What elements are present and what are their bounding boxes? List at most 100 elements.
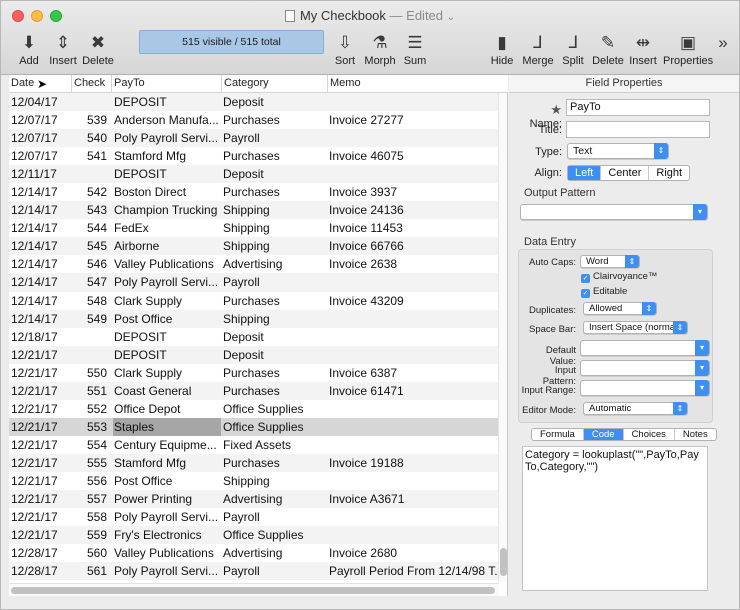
- cell-date[interactable]: 12/28/17: [11, 562, 73, 580]
- cell-category[interactable]: Advertising: [223, 544, 328, 562]
- cell-check[interactable]: 541: [74, 147, 107, 165]
- cell-date[interactable]: 12/21/17: [11, 472, 73, 490]
- cell-check[interactable]: 540: [74, 129, 107, 147]
- cell-check[interactable]: [74, 165, 107, 183]
- clairvoyance-checkbox[interactable]: ✓ Clairvoyance™: [581, 271, 657, 283]
- cell-payto[interactable]: Post Office: [114, 310, 221, 328]
- cell-memo[interactable]: [329, 508, 499, 526]
- cell-category[interactable]: Advertising: [223, 255, 328, 273]
- editor-mode-select[interactable]: Automatic ⇕: [583, 402, 688, 415]
- cell-date[interactable]: 12/04/17: [11, 93, 73, 111]
- morph-button[interactable]: ⚗ Morph: [363, 31, 397, 71]
- merge-button[interactable]: ⅃ Merge: [522, 31, 554, 71]
- toolbar-overflow-button[interactable]: »: [716, 31, 730, 71]
- cell-memo[interactable]: [329, 436, 499, 454]
- cell-memo[interactable]: [329, 400, 499, 418]
- cell-date[interactable]: 12/14/17: [11, 292, 73, 310]
- cell-payto[interactable]: Anderson Manufa...: [114, 111, 221, 129]
- cell-memo[interactable]: Invoice 6387: [329, 364, 499, 382]
- table-row[interactable]: 12/04/17 DEPOSIT Deposit: [9, 93, 499, 112]
- cell-check[interactable]: 559: [74, 526, 107, 544]
- cell-payto[interactable]: DEPOSIT: [114, 328, 221, 346]
- cell-check[interactable]: 542: [74, 183, 107, 201]
- delete-button[interactable]: ✖ Delete: [82, 31, 114, 71]
- cell-category[interactable]: Shipping: [223, 472, 328, 490]
- table-row[interactable]: 12/14/17 546 Valley Publications Advertisin…: [9, 255, 499, 273]
- cell-payto[interactable]: Valley Publications: [114, 544, 221, 562]
- tab-formula[interactable]: Formula: [532, 429, 584, 440]
- title-field[interactable]: [566, 121, 710, 138]
- cell-category[interactable]: Shipping: [223, 310, 328, 328]
- table-row[interactable]: 12/21/17 552 Office Depot Office Supplies: [9, 400, 499, 418]
- cell-category[interactable]: Payroll: [223, 129, 328, 147]
- hide-button[interactable]: ▮ Hide: [489, 31, 515, 71]
- vertical-scrollbar[interactable]: [498, 93, 507, 581]
- cell-payto[interactable]: Post Office: [114, 472, 221, 490]
- cell-date[interactable]: 12/21/17: [11, 418, 73, 436]
- vertical-scroll-thumb[interactable]: [500, 548, 507, 576]
- table-row[interactable]: 12/14/17 547 Poly Payroll Servi... Payroll: [9, 273, 499, 292]
- table-row[interactable]: 12/21/17 554 Century Equipme... Fixed Asset…: [9, 436, 499, 454]
- cell-memo[interactable]: [329, 310, 499, 328]
- cell-payto[interactable]: Poly Payroll Servi...: [114, 129, 221, 147]
- code-editor[interactable]: Category = lookuplast("",PayTo,PayTo,Cat…: [522, 446, 708, 591]
- cell-memo[interactable]: [329, 273, 499, 291]
- cell-memo[interactable]: Invoice 66766: [329, 237, 499, 255]
- cell-payto[interactable]: DEPOSIT: [114, 346, 221, 364]
- cell-payto[interactable]: FedEx: [114, 219, 221, 237]
- cell-category[interactable]: Purchases: [223, 292, 328, 310]
- cell-memo[interactable]: [329, 328, 499, 346]
- cell-category[interactable]: Shipping: [223, 201, 328, 219]
- cell-check[interactable]: 561: [74, 562, 107, 580]
- cell-category[interactable]: Payroll: [223, 562, 328, 580]
- type-select[interactable]: Text ⇕: [567, 143, 669, 159]
- table-row[interactable]: 12/07/17 541 Stamford Mfg Purchases Invoice …: [9, 147, 499, 165]
- cell-memo[interactable]: [329, 129, 499, 147]
- cell-date[interactable]: 12/14/17: [11, 310, 73, 328]
- cell-category[interactable]: Purchases: [223, 454, 328, 472]
- cell-payto[interactable]: Coast General: [114, 382, 221, 400]
- cell-payto[interactable]: Office Depot: [114, 400, 221, 418]
- tab-notes[interactable]: Notes: [675, 429, 716, 440]
- cell-date[interactable]: 12/14/17: [11, 273, 73, 291]
- table-row[interactable]: 12/18/17 DEPOSIT Deposit: [9, 328, 499, 346]
- table-row[interactable]: 12/28/17 560 Valley Publications Advertisin…: [9, 544, 499, 562]
- duplicates-select[interactable]: Allowed ⇕: [583, 302, 657, 315]
- cell-date[interactable]: 12/21/17: [11, 364, 73, 382]
- cell-date[interactable]: 12/21/17: [11, 490, 73, 508]
- cell-category[interactable]: Purchases: [223, 364, 328, 382]
- cell-check[interactable]: 554: [74, 436, 107, 454]
- table-row[interactable]: 12/14/17 549 Post Office Shipping: [9, 309, 499, 328]
- cell-memo[interactable]: Invoice 2680: [329, 544, 499, 562]
- cell-check[interactable]: 558: [74, 508, 107, 526]
- space-bar-select[interactable]: Insert Space (normal) ⇕: [583, 321, 688, 334]
- cell-memo[interactable]: Invoice 61471: [329, 382, 499, 400]
- input-pattern-field[interactable]: ▾: [580, 360, 710, 376]
- delete-field-button[interactable]: ✎ Delete: [592, 31, 624, 71]
- cell-category[interactable]: Fixed Assets: [223, 436, 328, 454]
- cell-memo[interactable]: Invoice 11453: [329, 219, 499, 237]
- table-row[interactable]: 12/14/17 543 Champion Trucking Shipping Invo…: [9, 201, 499, 220]
- cell-check[interactable]: 547: [74, 273, 107, 291]
- table-row[interactable]: 12/11/17 DEPOSIT Deposit: [9, 165, 499, 184]
- cell-category[interactable]: Deposit: [223, 93, 328, 111]
- cell-check[interactable]: 550: [74, 364, 107, 382]
- cell-check[interactable]: 552: [74, 400, 107, 418]
- cell-memo[interactable]: Invoice 43209: [329, 292, 499, 310]
- cell-payto[interactable]: Poly Payroll Servi...: [114, 273, 221, 291]
- cell-category[interactable]: Deposit: [223, 165, 328, 183]
- cell-payto[interactable]: Poly Payroll Servi...: [114, 508, 221, 526]
- cell-memo[interactable]: Invoice 3937: [329, 183, 499, 201]
- cell-check[interactable]: 551: [74, 382, 107, 400]
- horizontal-scroll-thumb[interactable]: [11, 587, 495, 594]
- cell-memo[interactable]: [329, 472, 499, 490]
- cell-payto[interactable]: Airborne: [114, 237, 221, 255]
- cell-date[interactable]: 12/21/17: [11, 400, 73, 418]
- cell-category[interactable]: Purchases: [223, 382, 328, 400]
- cell-category[interactable]: Office Supplies: [223, 418, 328, 436]
- cell-category[interactable]: Purchases: [223, 183, 328, 201]
- cell-date[interactable]: 12/14/17: [11, 201, 73, 219]
- table-row[interactable]: 12/21/17 557 Power Printing Advertising Invo…: [9, 490, 499, 509]
- cell-category[interactable]: Payroll: [223, 273, 328, 291]
- cell-check[interactable]: 544: [74, 219, 107, 237]
